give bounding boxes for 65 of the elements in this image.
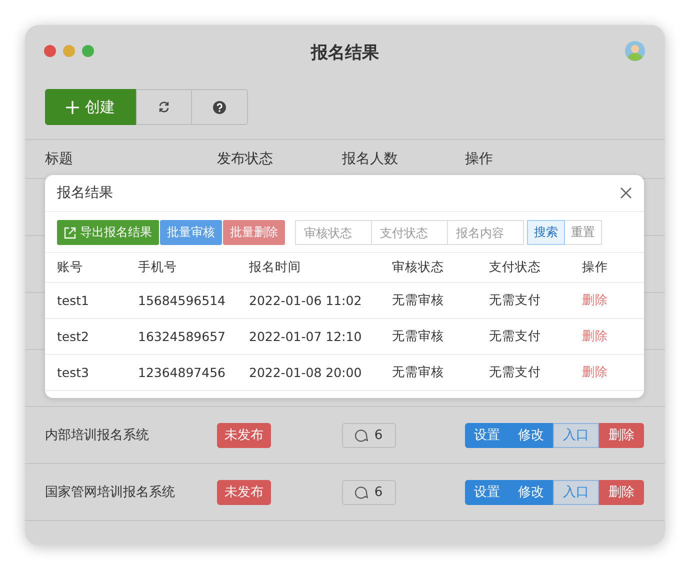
count-button[interactable]: 6 [342,480,396,504]
export-button[interactable]: 导出报名结果 [57,220,159,245]
column-header: 操作 [582,259,609,276]
column-header: 标题 [45,150,74,168]
filter-field[interactable]: 报名内容 [447,220,524,245]
column-header: 支付状态 [489,259,542,276]
filter-field[interactable]: 审核状态 [295,220,372,245]
action-button[interactable]: 修改 [509,480,553,504]
table-cell-text: test2 [57,329,90,344]
column-header: 报名时间 [249,259,302,276]
status-badge: 未发布 [217,480,271,504]
entry-button[interactable]: 入口 [553,480,599,504]
column-header: 手机号 [138,259,178,276]
close-window-button[interactable] [44,45,56,57]
minimize-window-button[interactable] [63,45,75,57]
close-icon[interactable] [620,187,632,199]
help-button[interactable] [192,89,248,125]
window-title: 报名结果 [311,42,379,64]
batch-delete-button[interactable]: 批量删除 [223,220,285,245]
delete-button[interactable]: 删除 [599,422,644,448]
row-title: 内部培训报名系统 [45,427,150,444]
table-cell-text: 16324589657 [138,329,226,344]
dialog-title: 报名结果 [57,184,113,202]
table-cell-text: 无需支付 [489,328,542,345]
export-icon [64,226,76,238]
table-cell-text: 无需支付 [489,292,542,309]
create-button[interactable]: 创建 [45,89,136,125]
table-cell-text: 无需审核 [392,292,445,309]
action-button[interactable]: 设置 [465,480,509,504]
table-cell-text: 无需支付 [489,364,542,381]
refresh-icon [158,101,170,113]
reset-button[interactable]: 重置 [565,220,602,245]
action-button[interactable]: 设置 [465,422,509,448]
table-cell-text: 无需审核 [392,328,445,345]
table-cell-text: 15684596514 [138,293,226,308]
column-header: 操作 [465,150,494,168]
count-button[interactable]: 6 [342,422,396,448]
table-cell-text: 2022-01-08 20:00 [249,365,363,380]
column-header: 账号 [57,259,84,276]
column-header: 发布状态 [217,150,274,168]
table-cell-text: 2022-01-07 12:10 [249,329,363,344]
batch-review-button[interactable]: 批量审核 [160,220,222,245]
table-cell-text: test3 [57,365,90,380]
delete-link[interactable]: 删除 [582,364,644,381]
delete-link[interactable]: 删除 [582,292,644,309]
column-header: 审核状态 [392,259,445,276]
avatar-icon[interactable] [625,41,645,61]
status-badge: 未发布 [217,422,271,448]
entry-button[interactable]: 入口 [553,422,599,448]
search-button[interactable]: 搜索 [527,220,565,245]
row-title: 国家管网培训报名系统 [45,484,176,501]
comment-icon [355,486,368,498]
comment-icon [355,428,368,442]
column-header: 报名人数 [342,150,399,168]
table-cell-text: 12364897456 [138,365,226,380]
help-icon [213,100,226,114]
plus-icon [66,100,79,114]
filter-field[interactable]: 支付状态 [371,220,448,245]
table-cell-text: 无需审核 [392,364,445,381]
table-cell-text: test1 [57,293,90,308]
delete-link[interactable]: 删除 [582,328,644,345]
delete-button[interactable]: 删除 [599,480,644,504]
action-button[interactable]: 修改 [509,422,553,448]
table-cell-text: 2022-01-06 11:02 [249,293,363,308]
zoom-window-button[interactable] [82,45,94,57]
